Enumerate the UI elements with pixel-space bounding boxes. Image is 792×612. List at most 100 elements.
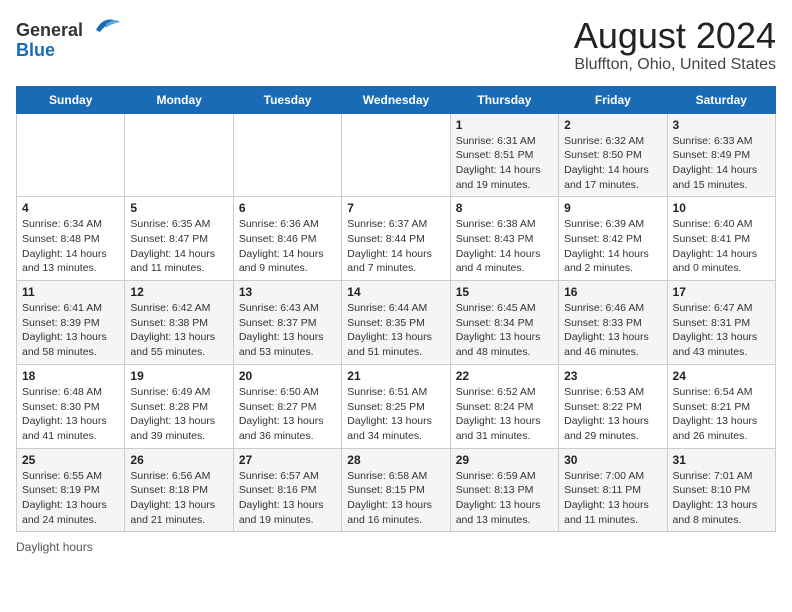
calendar-cell: 17Sunrise: 6:47 AMSunset: 8:31 PMDayligh… [667, 281, 775, 365]
sunset-text: Sunset: 8:31 PM [673, 317, 751, 329]
daylight-text: Daylight: 13 hours and 11 minutes. [564, 499, 649, 526]
day-number: 13 [239, 285, 336, 299]
sunrise-text: Sunrise: 6:39 AM [564, 218, 644, 230]
day-info: Sunrise: 6:49 AMSunset: 8:28 PMDaylight:… [130, 385, 227, 444]
day-number: 18 [22, 369, 119, 383]
sunrise-text: Sunrise: 6:46 AM [564, 302, 644, 314]
sunset-text: Sunset: 8:24 PM [456, 401, 534, 413]
sunrise-text: Sunrise: 6:44 AM [347, 302, 427, 314]
calendar-week-1: 1Sunrise: 6:31 AMSunset: 8:51 PMDaylight… [17, 113, 776, 197]
day-number: 1 [456, 118, 553, 132]
day-info: Sunrise: 6:57 AM Sunset: 8:16 PM Daylight:… [239, 469, 336, 528]
day-info: Sunrise: 6:53 AMSunset: 8:22 PMDaylight:… [564, 385, 661, 444]
sunrise-text: Sunrise: 6:45 AM [456, 302, 536, 314]
calendar-cell: 22Sunrise: 6:52 AMSunset: 8:24 PMDayligh… [450, 364, 558, 448]
sunrise-text: Sunrise: 6:40 AM [673, 218, 753, 230]
sunset-text: Sunset: 8:47 PM [130, 233, 208, 245]
calendar-cell: 19Sunrise: 6:49 AMSunset: 8:28 PMDayligh… [125, 364, 233, 448]
daylight-text: Daylight: 13 hours and 19 minutes. [239, 499, 324, 526]
day-info: Sunrise: 6:59 AMSunset: 8:13 PMDaylight:… [456, 469, 553, 528]
day-info: Sunrise: 6:33 AMSunset: 8:49 PMDaylight:… [673, 134, 770, 193]
daylight-text: Daylight: 13 hours and 26 minutes. [673, 415, 758, 442]
calendar-week-2: 4Sunrise: 6:34 AMSunset: 8:48 PMDaylight… [17, 197, 776, 281]
daylight-text: Daylight: 13 hours and 51 minutes. [347, 331, 432, 358]
daylight-text: Daylight: 14 hours and 4 minutes. [456, 248, 541, 275]
day-number: 9 [564, 201, 661, 215]
sunrise-text: Sunrise: 6:35 AM [130, 218, 210, 230]
sunset-text: Sunset: 8:18 PM [130, 484, 208, 496]
day-info: Sunrise: 6:56 AMSunset: 8:18 PMDaylight:… [130, 469, 227, 528]
title-block: August 2024 Bluffton, Ohio, United State… [574, 16, 776, 74]
day-number: 26 [130, 453, 227, 467]
day-info: Sunrise: 6:38 AMSunset: 8:43 PMDaylight:… [456, 217, 553, 276]
day-number: 27 [239, 453, 336, 467]
sunset-text: Sunset: 8:46 PM [239, 233, 317, 245]
calendar-cell: 27 Sunrise: 6:57 AM Sunset: 8:16 PM Dayligh… [233, 448, 341, 532]
logo-bird-icon [92, 16, 120, 36]
calendar-week-3: 11Sunrise: 6:41 AMSunset: 8:39 PMDayligh… [17, 281, 776, 365]
day-info: Sunrise: 6:40 AMSunset: 8:41 PMDaylight:… [673, 217, 770, 276]
day-info: Sunrise: 6:35 AMSunset: 8:47 PMDaylight:… [130, 217, 227, 276]
daylight-label: Daylight hours [16, 540, 93, 554]
day-number: 12 [130, 285, 227, 299]
day-info: Sunrise: 6:42 AMSunset: 8:38 PMDaylight:… [130, 301, 227, 360]
day-number: 20 [239, 369, 336, 383]
sunset-text: Sunset: 8:34 PM [456, 317, 534, 329]
sunrise-text: Sunrise: 6:49 AM [130, 386, 210, 398]
calendar-cell [233, 113, 341, 197]
daylight-text: Daylight: 13 hours and 31 minutes. [456, 415, 541, 442]
sunrise-text: Sunrise: 6:47 AM [673, 302, 753, 314]
calendar-cell: 31 Sunrise: 7:01 AM Sunset: 8:10 PM Dayligh… [667, 448, 775, 532]
daylight-text: Daylight: 13 hours and 53 minutes. [239, 331, 324, 358]
sunrise-text: Sunrise: 6:31 AM [456, 135, 536, 147]
calendar-subtitle: Bluffton, Ohio, United States [574, 56, 776, 74]
sunset-text: Sunset: 8:10 PM [673, 484, 751, 496]
sunrise-text: Sunrise: 6:57 AM [239, 470, 319, 482]
calendar-cell: 6Sunrise: 6:36 AMSunset: 8:46 PMDaylight… [233, 197, 341, 281]
calendar-cell: 16Sunrise: 6:46 AMSunset: 8:33 PMDayligh… [559, 281, 667, 365]
day-info: Sunrise: 6:48 AMSunset: 8:30 PMDaylight:… [22, 385, 119, 444]
sunrise-text: Sunrise: 6:41 AM [22, 302, 102, 314]
daylight-text: Daylight: 13 hours and 41 minutes. [22, 415, 107, 442]
calendar-cell: 13 Sunrise: 6:43 AMSunset: 8:37 PMDayligh… [233, 281, 341, 365]
sunrise-text: Sunrise: 6:56 AM [130, 470, 210, 482]
day-number: 23 [564, 369, 661, 383]
day-info: Sunrise: 6:39 AMSunset: 8:42 PMDaylight:… [564, 217, 661, 276]
sunset-text: Sunset: 8:50 PM [564, 149, 642, 161]
day-number: 17 [673, 285, 770, 299]
sunset-text: Sunset: 8:16 PM [239, 484, 317, 496]
sunset-text: Sunset: 8:30 PM [22, 401, 100, 413]
calendar-cell: 23 Sunrise: 6:53 AMSunset: 8:22 PMDayligh… [559, 364, 667, 448]
sunset-text: Sunset: 8:11 PM [564, 484, 641, 496]
daylight-text: Daylight: 13 hours and 36 minutes. [239, 415, 324, 442]
weekday-header-saturday: Saturday [667, 86, 775, 113]
sunset-text: Sunset: 8:15 PM [347, 484, 425, 496]
day-number: 25 [22, 453, 119, 467]
calendar-cell: 9 Sunrise: 6:39 AMSunset: 8:42 PMDaylight… [559, 197, 667, 281]
calendar-cell: 2Sunrise: 6:32 AMSunset: 8:50 PMDaylight… [559, 113, 667, 197]
daylight-text: Daylight: 13 hours and 34 minutes. [347, 415, 432, 442]
daylight-text: Daylight: 13 hours and 46 minutes. [564, 331, 649, 358]
day-number: 10 [673, 201, 770, 215]
calendar-title: August 2024 [574, 16, 776, 56]
daylight-text: Daylight: 13 hours and 8 minutes. [673, 499, 758, 526]
calendar-cell: 4Sunrise: 6:34 AMSunset: 8:48 PMDaylight… [17, 197, 125, 281]
day-number: 28 [347, 453, 444, 467]
day-info: Sunrise: 6:43 AMSunset: 8:37 PMDaylight:… [239, 301, 336, 360]
sunrise-text: Sunrise: 6:59 AM [456, 470, 536, 482]
day-number: 31 [673, 453, 770, 467]
day-info: Sunrise: 6:41 AMSunset: 8:39 PMDaylight:… [22, 301, 119, 360]
daylight-text: Daylight: 14 hours and 9 minutes. [239, 248, 324, 275]
calendar-cell: 29Sunrise: 6:59 AMSunset: 8:13 PMDayligh… [450, 448, 558, 532]
daylight-text: Daylight: 13 hours and 55 minutes. [130, 331, 215, 358]
day-info: Sunrise: 6:52 AMSunset: 8:24 PMDaylight:… [456, 385, 553, 444]
daylight-text: Daylight: 13 hours and 13 minutes. [456, 499, 541, 526]
sunset-text: Sunset: 8:37 PM [239, 317, 317, 329]
sunrise-text: Sunrise: 6:38 AM [456, 218, 536, 230]
sunrise-text: Sunrise: 6:50 AM [239, 386, 319, 398]
sunrise-text: Sunrise: 7:00 AM [564, 470, 644, 482]
daylight-text: Daylight: 14 hours and 2 minutes. [564, 248, 649, 275]
sunrise-text: Sunrise: 6:58 AM [347, 470, 427, 482]
sunrise-text: Sunrise: 7:01 AM [673, 470, 753, 482]
daylight-text: Daylight: 13 hours and 29 minutes. [564, 415, 649, 442]
